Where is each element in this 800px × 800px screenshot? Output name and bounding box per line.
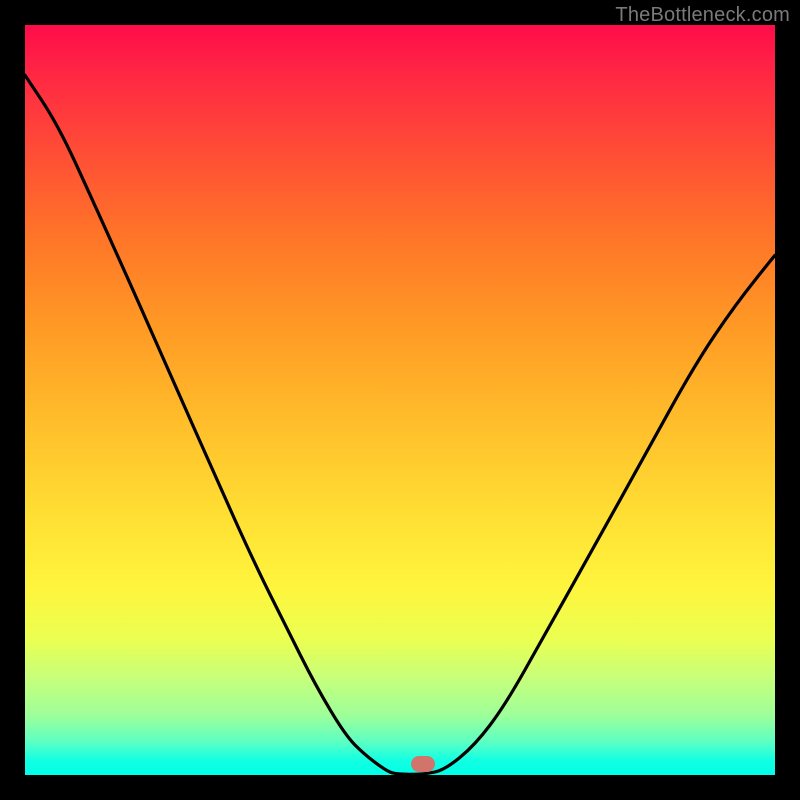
minimum-marker <box>411 756 435 772</box>
watermark-text: TheBottleneck.com <box>615 4 790 27</box>
bottleneck-curve <box>25 25 775 775</box>
curve-path <box>25 75 775 774</box>
chart-frame: TheBottleneck.com <box>0 0 800 800</box>
plot-area <box>25 25 775 775</box>
